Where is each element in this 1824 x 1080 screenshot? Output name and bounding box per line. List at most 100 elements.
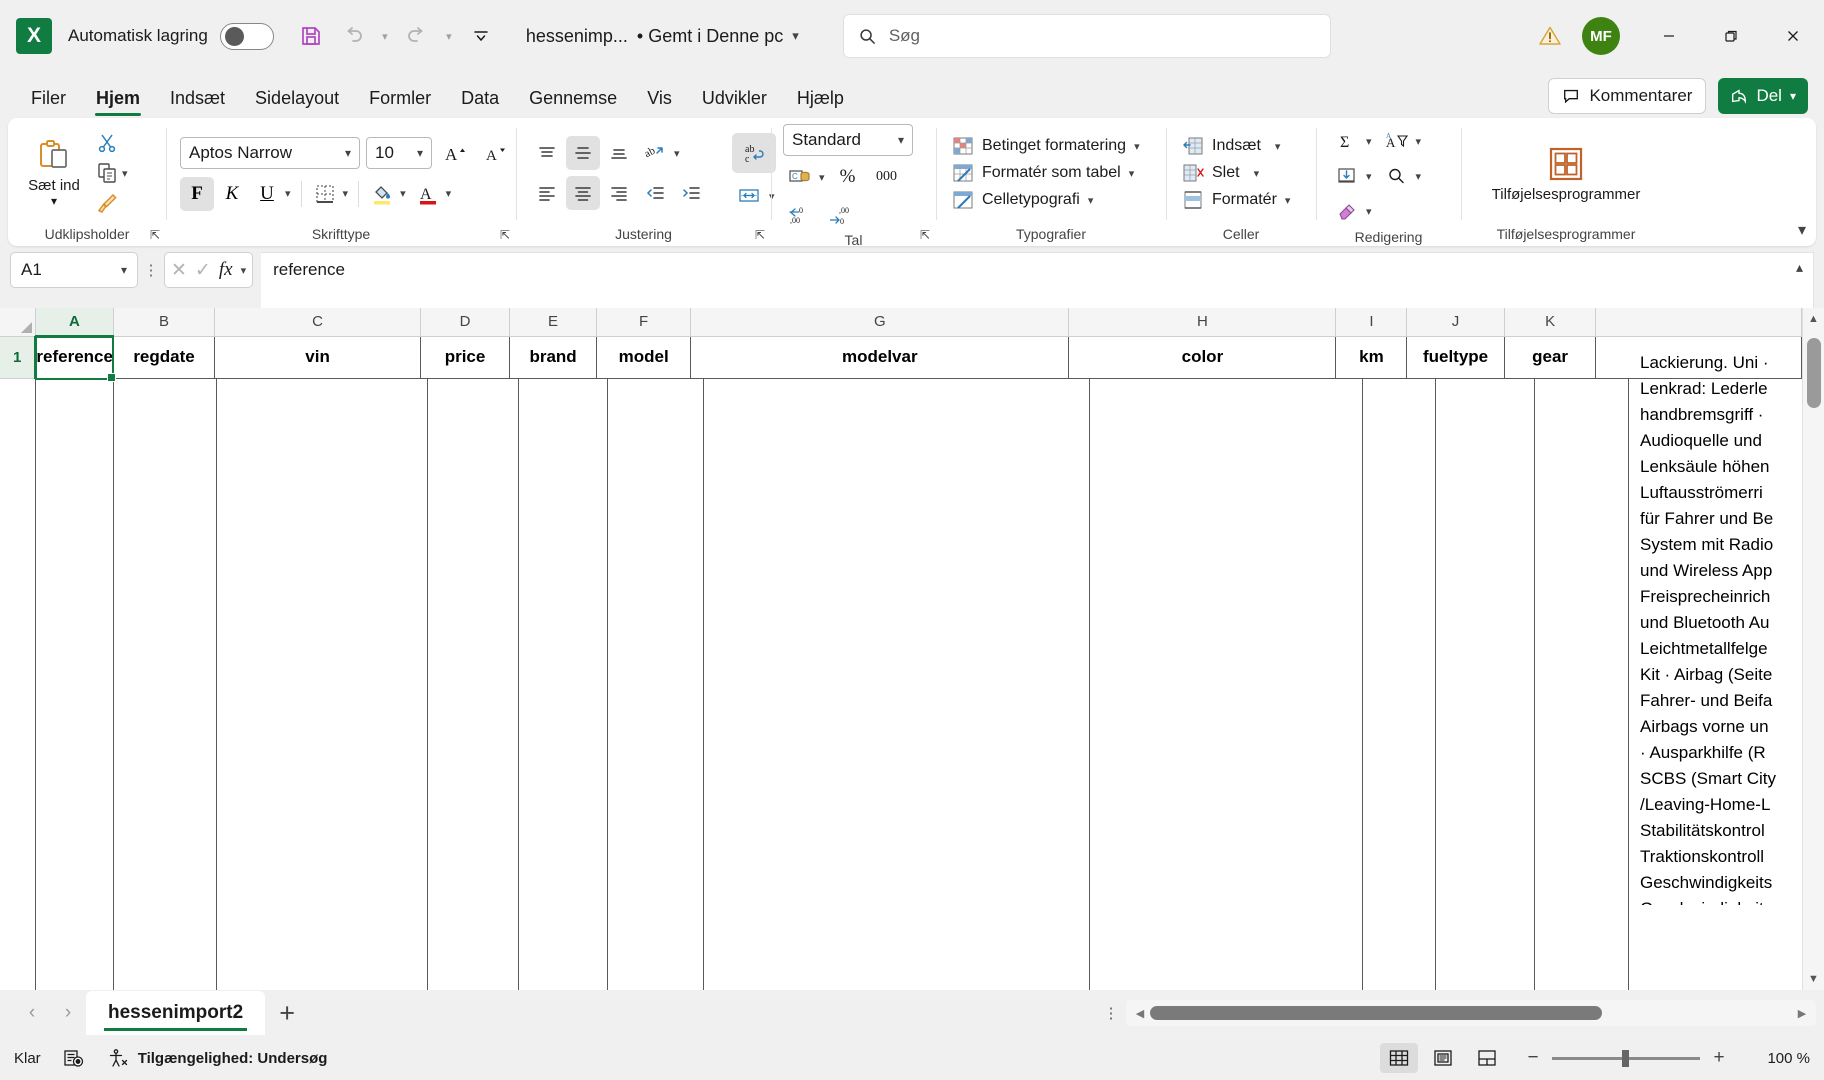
borders-button[interactable] [308,177,342,211]
addins-button[interactable]: Tilføjelsesprogrammer [1476,138,1656,207]
row-header-1[interactable]: 1 [0,336,37,379]
document-title[interactable]: hessenimp... • Gemt i Denne pc ▾ [526,26,799,47]
col-header-B[interactable]: B [113,308,216,337]
cell-C1[interactable]: vin [214,335,422,379]
name-box[interactable]: A1 ▾ [10,252,138,288]
collapse-ribbon-icon[interactable]: ▾ [1798,220,1806,240]
col-header-E[interactable]: E [509,308,598,337]
wrap-text-icon[interactable]: ab c [732,133,776,173]
tab-formler[interactable]: Formler [354,84,446,118]
close-icon[interactable] [1762,9,1824,63]
expand-formula-bar-icon[interactable]: ▴ [1796,259,1803,276]
worksheet-grid[interactable]: A B C D E F G H I J K 1 reference regdat… [0,308,1802,990]
cell-I1[interactable]: km [1335,335,1408,379]
cell-H1[interactable]: color [1068,335,1337,379]
all-sheets-icon[interactable]: ⋮ [1096,1004,1126,1022]
normal-view-icon[interactable] [1380,1043,1418,1073]
tab-sidelayout[interactable]: Sidelayout [240,84,354,118]
comments-button[interactable]: Kommentarer [1548,78,1707,114]
vertical-scroll-thumb[interactable] [1806,338,1821,408]
format-cells-button[interactable]: Formatér ▾ [1176,188,1296,212]
formula-bar-options-icon[interactable]: ⋮ [138,252,164,288]
chevron-down-icon[interactable]: ▾ [1416,135,1422,148]
sort-and-filter-button[interactable]: A A [1380,124,1414,158]
clear-button[interactable] [1330,194,1364,228]
find-and-select-button[interactable] [1380,159,1414,193]
align-bottom-icon[interactable] [602,136,636,170]
col-header-I[interactable]: I [1335,308,1408,337]
cell-J1[interactable]: fueltype [1406,335,1505,379]
chevron-down-icon[interactable]: ▾ [285,187,291,200]
zoom-in-button[interactable]: + [1710,1047,1728,1069]
save-icon[interactable] [292,17,330,55]
tab-hjem[interactable]: Hjem [81,84,155,118]
record-macro-button[interactable] [63,1048,85,1068]
col-header-K[interactable]: K [1504,308,1597,337]
redo-dropdown-icon[interactable]: ▾ [440,17,458,55]
scroll-left-icon[interactable]: ◀ [1132,1007,1148,1020]
chevron-down-icon[interactable]: ▾ [819,171,825,184]
col-header-L[interactable] [1595,308,1802,337]
number-dialog-launcher-icon[interactable]: ⇱ [920,228,930,242]
previous-sheet-icon[interactable]: ‹ [14,995,50,1031]
tab-vis[interactable]: Vis [632,84,687,118]
chevron-down-icon[interactable]: ▾ [241,264,247,277]
underline-button[interactable]: U [250,177,284,211]
align-top-icon[interactable] [530,136,564,170]
confirm-check-icon[interactable]: ✓ [195,259,211,282]
font-name-select[interactable]: Aptos Narrow ▾ [180,136,360,169]
align-middle-icon[interactable] [566,136,600,170]
align-center-icon[interactable] [566,176,600,210]
format-painter-button[interactable] [92,189,131,217]
undo-dropdown-icon[interactable]: ▾ [376,17,394,55]
zoom-out-button[interactable]: − [1524,1047,1542,1069]
cell-D1[interactable]: price [420,335,510,379]
horizontal-scroll-track[interactable] [1148,1000,1794,1026]
add-sheet-button[interactable]: + [265,993,309,1033]
col-header-D[interactable]: D [420,308,510,337]
merge-and-center-icon[interactable] [732,179,766,213]
tab-gennemse[interactable]: Gennemse [514,84,632,118]
increase-decimal-icon[interactable]: 0 ,00 [783,198,817,232]
tab-indsaet[interactable]: Indsæt [155,84,240,118]
share-button[interactable]: Del ▾ [1718,78,1808,114]
format-as-table-button[interactable]: Formatér som tabel ▾ [946,161,1140,185]
chevron-down-icon[interactable]: ▾ [343,187,349,200]
horizontal-scrollbar[interactable]: ◀ ▶ [1126,1000,1816,1026]
col-header-C[interactable]: C [214,308,422,337]
avatar[interactable]: MF [1582,17,1620,55]
align-left-icon[interactable] [530,176,564,210]
col-header-J[interactable]: J [1406,308,1505,337]
scroll-right-icon[interactable]: ▶ [1794,1007,1810,1020]
page-break-preview-icon[interactable] [1468,1043,1506,1073]
shrink-font-icon[interactable]: A [478,136,512,170]
col-header-G[interactable]: G [690,308,1070,337]
redo-icon[interactable] [398,17,436,55]
autosum-button[interactable]: Σ [1330,124,1364,158]
copy-button[interactable]: ▾ [92,159,131,187]
customize-quick-access-icon[interactable] [462,17,500,55]
grow-font-icon[interactable]: A [438,136,472,170]
comma-style-button[interactable]: 000 [867,160,907,194]
cell-A1[interactable]: reference [34,335,114,379]
accessibility-button[interactable]: Tilgængelighed: Undersøg [107,1048,327,1068]
italic-button[interactable]: K [215,177,249,211]
accounting-format-icon[interactable]: C [783,160,817,194]
tab-filer[interactable]: Filer [16,84,81,118]
number-format-select[interactable]: Standard ▾ [783,124,913,156]
col-header-A[interactable]: A [35,308,114,337]
horizontal-scroll-thumb[interactable] [1150,1006,1602,1020]
tab-udvikler[interactable]: Udvikler [687,84,782,118]
font-size-select[interactable]: 10 ▾ [366,136,432,169]
font-color-button[interactable]: A [411,177,445,211]
tab-data[interactable]: Data [446,84,514,118]
restore-icon[interactable] [1700,9,1762,63]
zoom-slider[interactable] [1552,1049,1700,1067]
cell-E1[interactable]: brand [509,335,598,379]
zoom-slider-thumb[interactable] [1622,1049,1629,1067]
insert-cells-button[interactable]: Indsæt ▾ [1176,134,1286,158]
chevron-down-icon[interactable]: ▾ [1366,170,1372,183]
chevron-down-icon[interactable]: ▾ [400,187,406,200]
scroll-up-icon[interactable]: ▲ [1803,308,1824,330]
next-sheet-icon[interactable]: › [50,995,86,1031]
